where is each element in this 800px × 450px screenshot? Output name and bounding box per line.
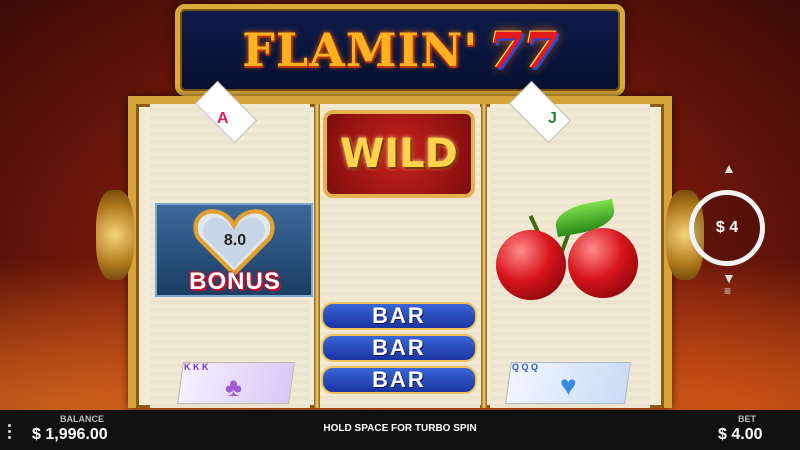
heart-suit-icon: ♥ <box>560 370 577 401</box>
card-letter-ace: A <box>217 110 229 127</box>
game-title: FLAMIN' <box>242 23 479 77</box>
bar-symbol: BAR <box>321 302 477 330</box>
bar-symbol: BAR <box>321 366 477 394</box>
bottom-status-bar: BALANCE $ 1,996.00 HOLD SPACE FOR TURBO … <box>0 410 800 450</box>
menu-lines-icon[interactable]: ≡ <box>724 284 731 298</box>
spin-button[interactable]: $ 4 <box>689 190 765 266</box>
bonus-value: 8.0 <box>223 232 247 249</box>
title-sevens-logo: 77 <box>488 20 558 80</box>
reel-divider <box>481 104 487 408</box>
bar-label: BAR <box>372 303 426 328</box>
card-fan-kings-letters: K K K <box>184 362 209 372</box>
spin-bet-label: $ 4 <box>715 219 739 236</box>
card-letter-jack: J <box>548 110 557 127</box>
chevron-up-icon[interactable]: ▲ <box>722 160 736 176</box>
turbo-spin-hint: HOLD SPACE FOR TURBO SPIN <box>323 423 477 434</box>
cherry-icon <box>568 228 638 298</box>
bar-symbol: BAR <box>321 334 477 362</box>
bar-label: BAR <box>372 335 426 360</box>
card-fan-queens-letters: Q Q Q <box>512 362 539 372</box>
bet-label: BET <box>738 414 756 424</box>
bar-label: BAR <box>372 367 426 392</box>
title-banner: FLAMIN' 77 <box>175 4 625 96</box>
reel-divider <box>314 104 320 408</box>
wild-label: WILD <box>340 131 458 177</box>
frame-ornament-left <box>96 190 134 280</box>
bet-value[interactable]: $ 4.00 <box>718 426 762 444</box>
cherry-icon <box>496 230 566 300</box>
wild-symbol: WILD <box>323 110 475 198</box>
club-suit-icon: ♣ <box>225 372 243 402</box>
bonus-label: BONUS <box>189 268 281 295</box>
